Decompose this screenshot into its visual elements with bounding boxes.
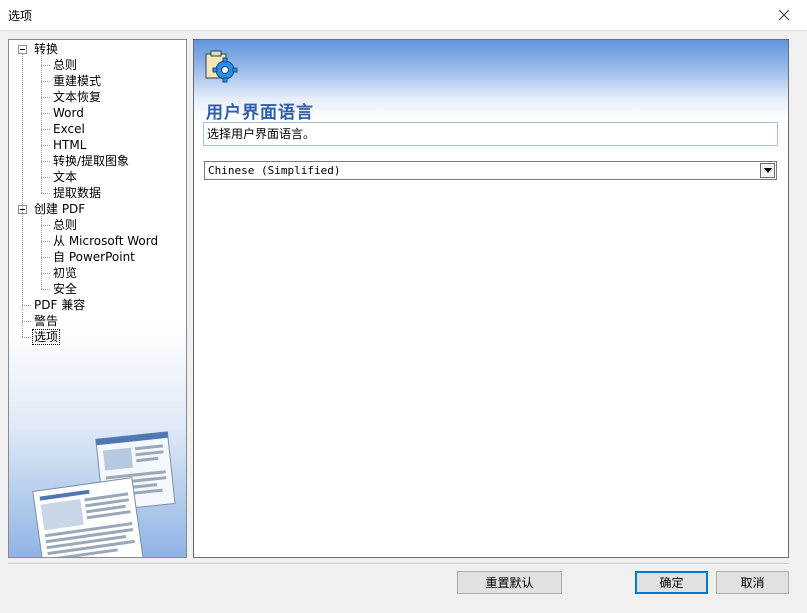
tree-connector xyxy=(41,225,50,226)
tree-item[interactable]: 自 PowerPoint xyxy=(52,249,136,265)
tree-item[interactable]: Word xyxy=(52,105,85,121)
tree-item[interactable]: HTML xyxy=(52,137,87,153)
tree-item-label: 提取数据 xyxy=(53,186,102,200)
language-select-dropdown-button[interactable] xyxy=(760,163,775,178)
tree-connector xyxy=(41,289,50,290)
tree-item-label: 文本恢复 xyxy=(53,90,102,104)
tree-connector xyxy=(41,213,42,289)
tree-item[interactable]: 总则 xyxy=(52,57,78,73)
tree-connector xyxy=(41,145,50,146)
tree-connector xyxy=(41,273,50,274)
window-titlebar: 选项 xyxy=(0,0,807,31)
tree-item-label: 初览 xyxy=(53,266,78,280)
tree-item[interactable]: 提取数据 xyxy=(52,185,102,201)
tree-item-label: PDF 兼容 xyxy=(34,298,86,312)
tree-item[interactable]: 总则 xyxy=(52,217,78,233)
tree-item-label: 警告 xyxy=(34,314,59,328)
tree-connector xyxy=(41,53,42,193)
tree-item-label: Excel xyxy=(53,122,85,136)
tree-connector xyxy=(22,337,31,338)
tree-item-label: 从 Microsoft Word xyxy=(53,234,159,248)
tree-connector xyxy=(22,54,23,337)
tree-connector xyxy=(41,97,50,98)
options-tree-panel: 转换 总则 重建模式 文本恢复 Word Excel HTML 转换/提取图象 文本 提取数据 创建… xyxy=(8,39,187,558)
tree-connector xyxy=(41,81,50,82)
chevron-down-icon xyxy=(763,168,772,173)
tree-item-label: 转换 xyxy=(34,42,59,56)
tree-item-label: 总则 xyxy=(53,58,78,72)
tree-item-label: 安全 xyxy=(53,282,78,296)
reset-defaults-button[interactable]: 重置默认 xyxy=(457,571,562,594)
tree-item[interactable]: 初览 xyxy=(52,265,78,281)
tree-item-label: 重建模式 xyxy=(53,74,102,88)
tree-connector xyxy=(22,305,31,306)
tree-collapse-toggle[interactable] xyxy=(18,45,27,54)
tree-item-label: HTML xyxy=(53,138,87,152)
tree-category[interactable]: 选项 xyxy=(31,329,61,345)
close-button[interactable] xyxy=(761,0,807,30)
tree-item-label: Word xyxy=(53,106,84,120)
cancel-button[interactable]: 取消 xyxy=(716,571,789,594)
language-select-value: Chinese (Simplified) xyxy=(208,164,341,177)
tree-item[interactable]: 文本 xyxy=(52,169,78,185)
tree-category[interactable]: PDF 兼容 xyxy=(33,297,86,313)
tree-item-label: 转换/提取图象 xyxy=(53,154,130,168)
tree-category[interactable]: 转换 xyxy=(33,41,59,57)
documents-illustration xyxy=(32,431,176,557)
tree-connector xyxy=(22,321,31,322)
tree-connector xyxy=(41,161,50,162)
gear-clipboard-icon xyxy=(205,50,238,83)
tree-item-label: 选项 xyxy=(31,329,61,345)
tree-connector xyxy=(41,177,50,178)
tree-connector xyxy=(41,193,50,194)
close-icon xyxy=(778,9,790,21)
tree-connector xyxy=(41,241,50,242)
tree-item[interactable]: 从 Microsoft Word xyxy=(52,233,159,249)
tree-item[interactable]: 重建模式 xyxy=(52,73,102,89)
tree-connector xyxy=(41,257,50,258)
tree-item-label: 自 PowerPoint xyxy=(53,250,135,264)
window-title: 选项 xyxy=(8,9,33,23)
tree-item[interactable]: 转换/提取图象 xyxy=(52,153,130,169)
tree-connector xyxy=(41,113,50,114)
tree-item[interactable]: 文本恢复 xyxy=(52,89,102,105)
settings-content-panel: 用户界面语言 选择用户界面语言。 Chinese (Simplified) xyxy=(193,39,789,558)
tree-category[interactable]: 警告 xyxy=(33,313,59,329)
tree-item[interactable]: Excel xyxy=(52,121,86,137)
section-description: 选择用户界面语言。 xyxy=(203,122,778,146)
section-title: 用户界面语言 xyxy=(206,103,314,123)
tree-item-label: 总则 xyxy=(53,218,78,232)
tree-connector xyxy=(41,65,50,66)
tree-connector xyxy=(41,129,50,130)
tree-item[interactable]: 安全 xyxy=(52,281,78,297)
language-select[interactable]: Chinese (Simplified) xyxy=(204,161,777,180)
ok-button[interactable]: 确定 xyxy=(635,571,708,594)
footer-separator xyxy=(8,563,789,565)
tree-item-label: 文本 xyxy=(53,170,78,184)
